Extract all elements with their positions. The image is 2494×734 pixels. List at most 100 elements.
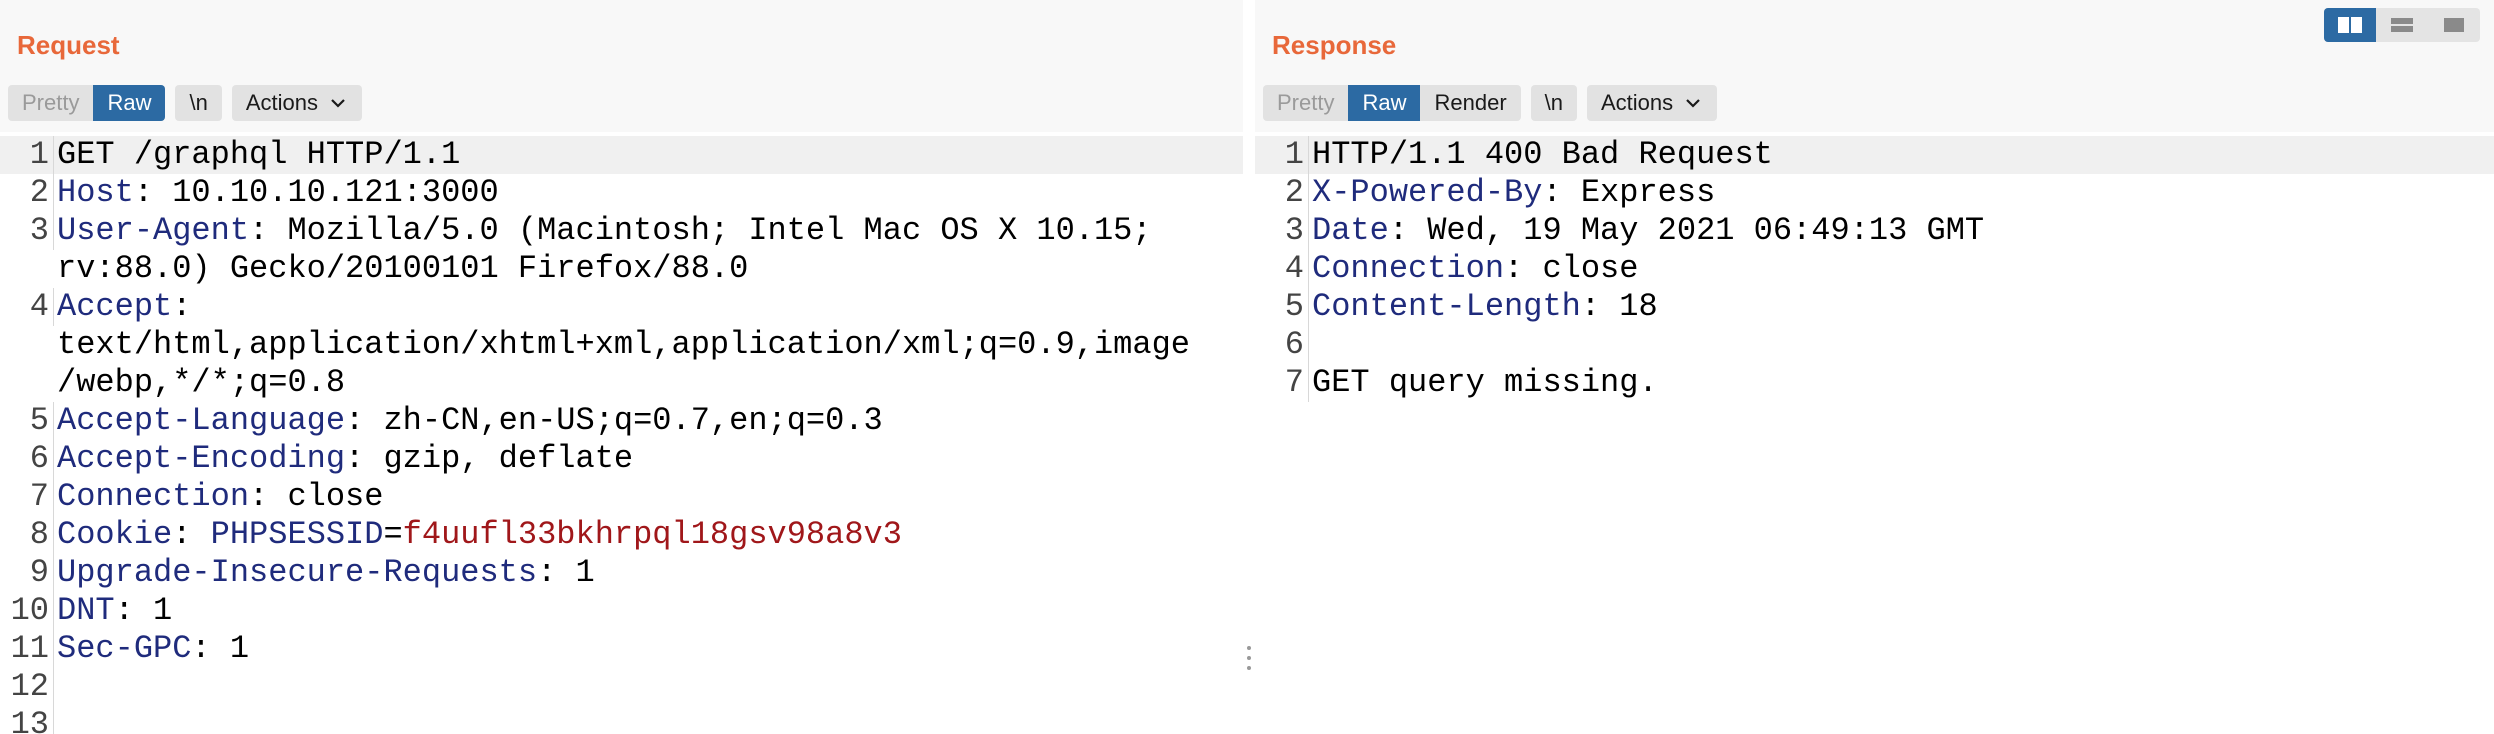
line-content: DNT: 1	[54, 592, 172, 630]
header-name: Host	[57, 174, 134, 211]
header-name: Sec-GPC	[57, 630, 192, 667]
request-actions-button[interactable]: Actions	[231, 85, 362, 121]
line-content: Date: Wed, 19 May 2021 06:49:13 GMT	[1309, 212, 1984, 250]
wrapped-continuation: /webp,*/*;q=0.8	[57, 364, 346, 401]
line-number: 5	[0, 402, 54, 440]
line-number: 4	[0, 288, 54, 326]
response-view-mode-switch: Pretty Raw Render	[1263, 85, 1521, 121]
header-value: : 18	[1580, 288, 1658, 325]
code-line: 3 Date: Wed, 19 May 2021 06:49:13 GMT	[1255, 212, 2494, 250]
line-number: 9	[0, 554, 54, 592]
response-title: Response	[1272, 30, 1397, 60]
header-value: : zh-CN,en-US;q=0.7,en;q=0.3	[345, 402, 883, 439]
columns-icon	[2338, 17, 2362, 33]
response-pretty-button[interactable]: Pretty	[1263, 85, 1348, 121]
line-first-segment: Accept-Language: zh-CN,en-US;q=0.7,en;q=…	[57, 402, 883, 439]
wrapped-continuation: text/html,application/xhtml+xml,applicat…	[57, 326, 1190, 363]
request-pretty-button[interactable]: Pretty	[8, 85, 93, 121]
line-content: X-Powered-By: Express	[1309, 174, 1715, 212]
request-toolbar: Pretty Raw \n Actions	[8, 85, 362, 121]
header-value: : 1	[114, 592, 173, 629]
header-name: Connection	[1312, 250, 1505, 287]
line-number: 6	[1255, 326, 1309, 364]
request-raw-button[interactable]: Raw	[93, 85, 166, 121]
request-title: Request	[17, 30, 120, 60]
request-newline-toggle[interactable]: \n	[175, 85, 222, 121]
header-name: Upgrade-Insecure-Requests	[57, 554, 538, 591]
layout-side-by-side-button[interactable]	[2324, 8, 2376, 42]
header-name: User-Agent	[57, 212, 250, 249]
code-line: 8 Cookie: PHPSESSID=f4uufl33bkhrpql18gsv9…	[0, 516, 1243, 554]
request-actions-label: Actions	[245, 90, 318, 115]
code-line: 9 Upgrade-Insecure-Requests: 1	[0, 554, 1243, 592]
line-content: Connection: close	[54, 478, 383, 516]
line-first-segment: Connection: close	[1312, 250, 1638, 287]
line-number: 1	[0, 136, 54, 174]
header-value: : Wed, 19 May 2021 06:49:13 GMT	[1388, 212, 1985, 249]
code-line: 7 GET query missing.	[1255, 364, 2494, 402]
response-toolbar: Pretty Raw Render \n Actions	[1263, 85, 1718, 121]
header-name: Date	[1312, 212, 1389, 249]
request-header: Request Pretty Raw \n Actions	[0, 0, 1243, 132]
pane-divider[interactable]	[1243, 0, 1255, 734]
request-pane: Request Pretty Raw \n Actions 1 GET /grap…	[0, 0, 1243, 734]
line-number: 2	[1255, 174, 1309, 212]
line-number: 13	[0, 706, 54, 734]
drag-handle-icon[interactable]	[1246, 646, 1252, 676]
line-content: Upgrade-Insecure-Requests: 1	[54, 554, 595, 592]
line-first-segment: Accept:	[57, 288, 191, 325]
code-line: 10 DNT: 1	[0, 592, 1243, 630]
code-line: 5 Accept-Language: zh-CN,en-US;q=0.7,en;q…	[0, 402, 1243, 440]
line-number: 1	[1255, 136, 1309, 174]
line-first-segment: Content-Length: 18	[1312, 288, 1658, 325]
header-value: : 1	[537, 554, 595, 591]
request-newline-label: \n	[189, 90, 208, 115]
line-first-segment: X-Powered-By: Express	[1312, 174, 1715, 211]
response-raw-button[interactable]: Raw	[1348, 85, 1421, 121]
line-content: GET query missing.	[1309, 364, 1658, 402]
header-name: Connection	[57, 478, 250, 515]
line-text: GET query missing.	[1312, 364, 1658, 401]
line-first-segment: DNT: 1	[57, 592, 172, 629]
header-value: : Express	[1542, 174, 1716, 211]
header-name: X-Powered-By	[1312, 174, 1543, 211]
cookie-name: PHPSESSID	[210, 516, 384, 553]
line-content: Accept-Language: zh-CN,en-US;q=0.7,en;q=…	[54, 402, 883, 440]
code-line: 12	[0, 668, 1243, 706]
code-line: 13	[0, 706, 1243, 734]
header-value: :	[172, 516, 211, 553]
line-number: 5	[1255, 288, 1309, 326]
response-render-button[interactable]: Render	[1420, 85, 1520, 121]
header-name: Content-Length	[1312, 288, 1581, 325]
line-text: HTTP/1.1 400 Bad Request	[1312, 136, 1773, 173]
header-name: Accept-Encoding	[57, 440, 346, 477]
line-content: Connection: close	[1309, 250, 1638, 288]
code-line: 7 Connection: close	[0, 478, 1243, 516]
header-value: : 1	[191, 630, 250, 667]
layout-stacked-button[interactable]	[2376, 8, 2428, 42]
line-content: Sec-GPC: 1	[54, 630, 249, 668]
code-line: 1 GET /graphql HTTP/1.1	[0, 136, 1243, 174]
line-number: 11	[0, 630, 54, 668]
response-newline-toggle[interactable]: \n	[1530, 85, 1577, 121]
header-value: :	[172, 288, 192, 325]
header-value: : 10.10.10.121:3000	[133, 174, 499, 211]
line-number: 8	[0, 516, 54, 554]
code-line: 1 HTTP/1.1 400 Bad Request	[1255, 136, 2494, 174]
line-content: Host: 10.10.10.121:3000	[54, 174, 499, 212]
header-name: Accept	[57, 288, 173, 325]
layout-tabs-button[interactable]	[2428, 8, 2480, 42]
line-number: 3	[1255, 212, 1309, 250]
wrapped-continuation: rv:88.0) Gecko/20100101 Firefox/88.0	[57, 250, 749, 287]
response-actions-button[interactable]: Actions	[1587, 85, 1718, 121]
request-editor[interactable]: 1 GET /graphql HTTP/1.1 2 Host: 10.10.10.12…	[0, 136, 1243, 734]
line-number: 3	[0, 212, 54, 250]
header-name: Cookie	[57, 516, 173, 553]
line-first-segment: Accept-Encoding: gzip, deflate	[57, 440, 633, 477]
line-text: GET /graphql HTTP/1.1	[57, 136, 461, 173]
line-content: Accept: text/html,application/xhtml+xml,a…	[54, 288, 1190, 402]
response-editor[interactable]: 1 HTTP/1.1 400 Bad Request 2 X-Powered-By: …	[1255, 136, 2494, 734]
header-value: : close	[1504, 250, 1639, 287]
line-first-segment: Sec-GPC: 1	[57, 630, 249, 667]
response-actions-label: Actions	[1601, 90, 1674, 115]
